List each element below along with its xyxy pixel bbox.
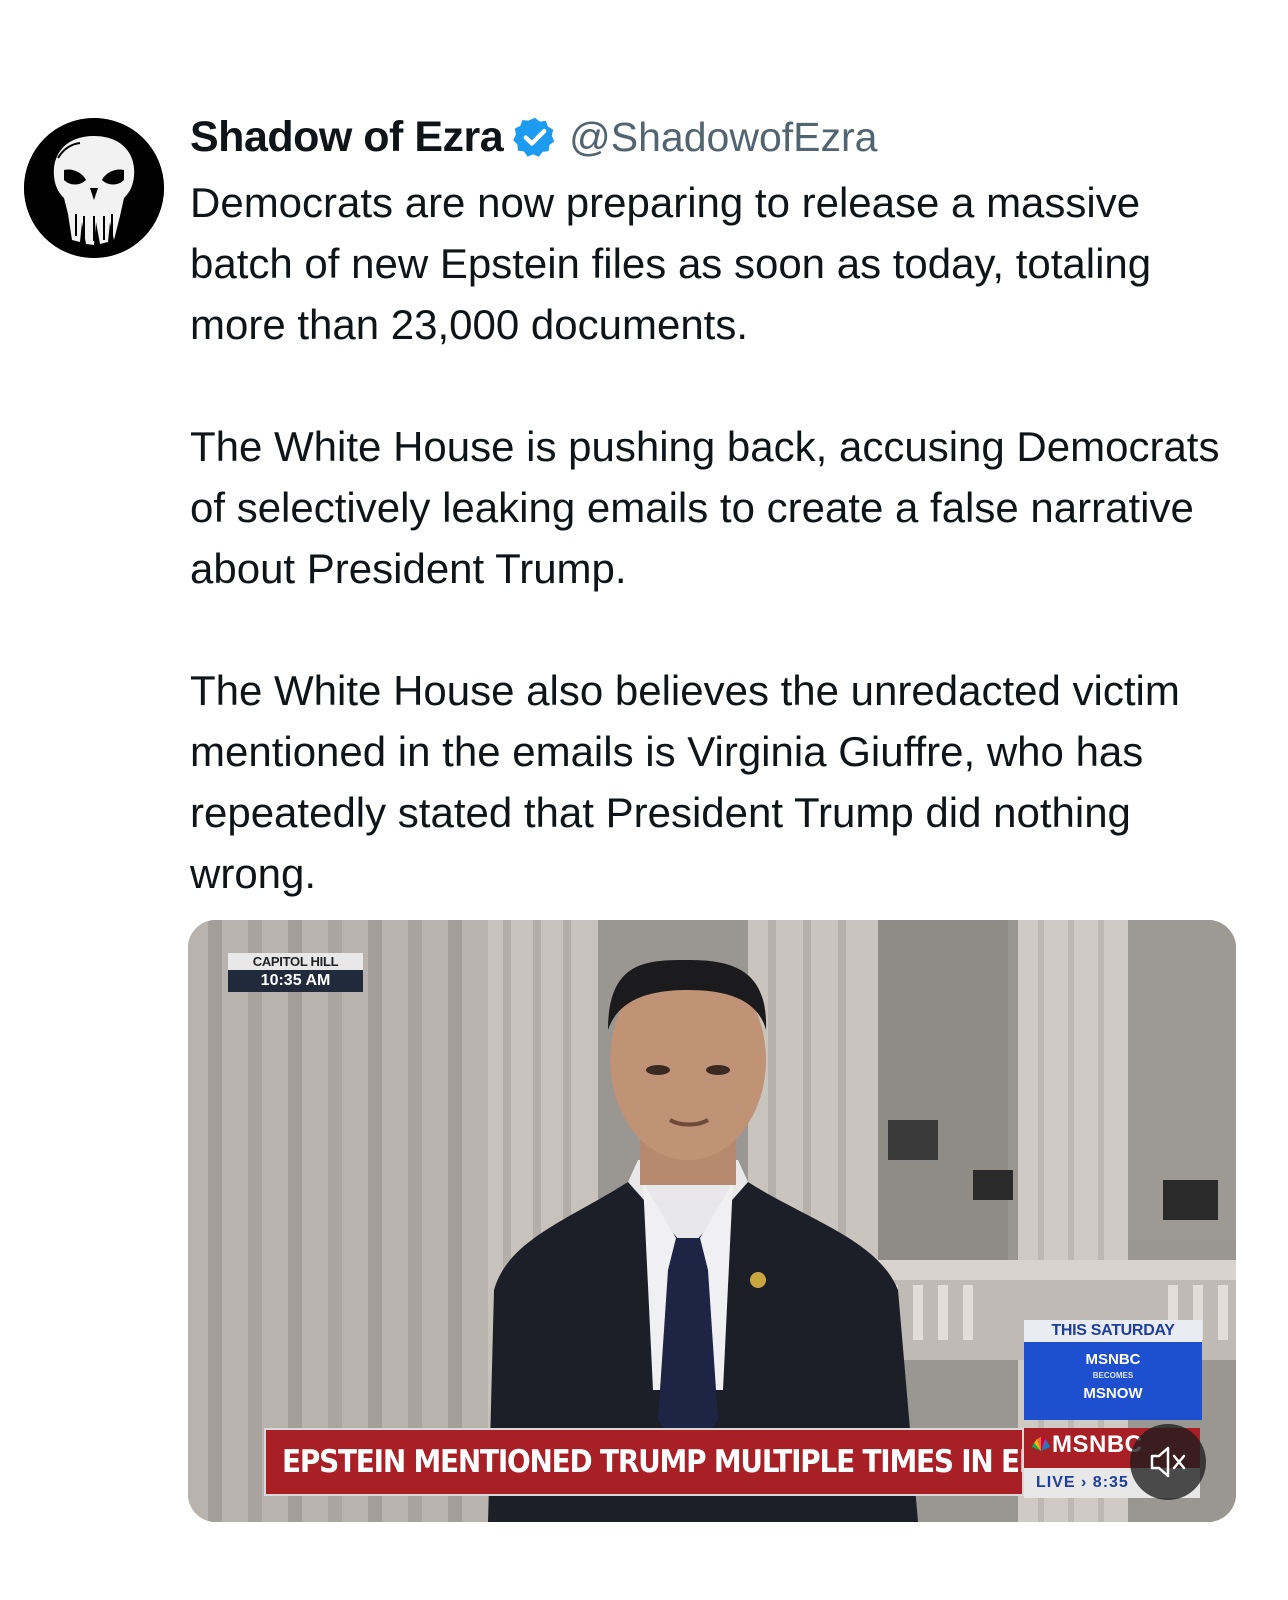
tweet-paragraph: The White House is pushing back, accusin… [190,423,1220,592]
tweet-header: Shadow of Ezra @ShadowofEzra [190,112,877,162]
live-arrow-icon: › [1081,1474,1093,1491]
author-avatar[interactable] [24,118,164,258]
location-bug: CAPITOL HILL 10:35 AM [228,953,363,992]
live-time: 8:35 [1092,1474,1129,1491]
promo-line-2: BECOMES [1092,1371,1134,1380]
peacock-icon [1032,1437,1050,1451]
promo-line-1: MSNBC [1085,1351,1141,1368]
network-promo: THIS SATURDAY MSNBC BECOMES MSNOW [1024,1320,1202,1420]
video-player[interactable]: CAPITOL HILL 10:35 AM THIS SATURDAY MSNB… [188,920,1236,1522]
tweet-paragraph: The White House also believes the unreda… [190,667,1180,897]
author-name[interactable]: Shadow of Ezra [190,113,504,162]
author-handle[interactable]: @ShadowofEzra [569,114,877,161]
speaker-muted-icon [1150,1446,1186,1478]
location-label: CAPITOL HILL [228,953,363,970]
tweet-text: Democrats are now preparing to release a… [190,172,1250,904]
mute-button[interactable] [1130,1424,1206,1500]
location-time: 10:35 AM [228,970,363,992]
live-label: LIVE [1036,1474,1076,1491]
verified-badge-icon [513,117,555,157]
punisher-skull-icon [24,118,164,258]
promo-line-3: MSNOW [1083,1385,1143,1402]
promo-heading: THIS SATURDAY [1024,1320,1202,1342]
tweet-paragraph: Democrats are now preparing to release a… [190,179,1152,348]
news-chyron: EPSTEIN MENTIONED TRUMP MULTIPLE TIMES I… [264,1428,1024,1496]
